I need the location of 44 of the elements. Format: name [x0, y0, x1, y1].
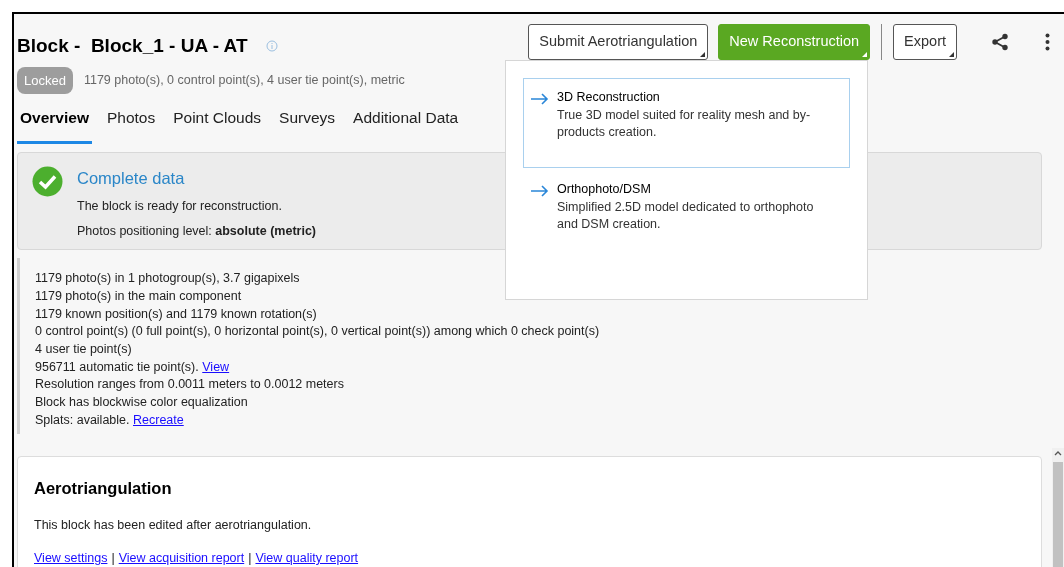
section-message: This block has been edited after aerotriangulation. — [34, 517, 313, 535]
report-link[interactable]: View acquisition report — [118, 549, 245, 567]
menu-item-title: Orthophoto/DSM — [557, 181, 652, 198]
locked-badge: Locked — [17, 66, 73, 94]
scrollbar[interactable] — [1052, 448, 1064, 567]
tab[interactable]: Point Clouds — [170, 103, 265, 145]
report-link[interactable]: View settings — [34, 549, 108, 567]
detail-line: 0 control point(s) (0 full point(s), 0 horizontal point(s), 0 vertical point(s)) among which 0 check point(s) — [35, 323, 601, 341]
block-summary: 1179 photo(s), 0 control point(s), 4 user tie point(s), metric — [83, 71, 405, 89]
link-separator: | — [248, 550, 252, 567]
detail-line: 4 user tie point(s) — [35, 341, 133, 359]
link-separator: | — [111, 550, 115, 567]
tab[interactable]: Additional Data — [350, 103, 462, 145]
tab[interactable]: Overview — [17, 103, 92, 145]
menu-item-description: Simplified 2.5D model dedicated to orthophoto and DSM creation. — [557, 198, 815, 234]
dropdown-button[interactable]: Export — [893, 24, 957, 60]
detail-line: 956711 automatic tie point(s). View — [35, 358, 231, 376]
link[interactable]: View — [202, 359, 230, 374]
detail-line: Splats: available. Recreate — [35, 411, 185, 429]
detail-line: 1179 photo(s) in 1 photogroup(s), 3.7 gigapixels — [35, 270, 301, 288]
status-title: Complete data — [77, 168, 186, 190]
link[interactable]: Recreate — [133, 412, 184, 427]
menu-item[interactable]: Orthophoto/DSM Simplified 2.5D model dedicated to orthophoto and DSM creation. — [523, 170, 850, 260]
share-icon[interactable] — [991, 33, 1009, 51]
detail-line: Resolution ranges from 0.0011 meters to 0.0012 meters — [35, 376, 345, 394]
more-icon[interactable] — [1045, 33, 1050, 51]
tab[interactable]: Photos — [103, 103, 159, 145]
detail-line: 1179 known position(s) and 1179 known rotation(s) — [35, 305, 318, 323]
check-icon — [32, 166, 63, 198]
arrow-icon — [530, 185, 549, 197]
arrow-icon — [530, 93, 549, 105]
block-title: Block - Block_1 - UA - AT — [17, 34, 248, 58]
dropdown-button[interactable]: Submit Aerotriangulation — [528, 24, 709, 60]
menu-item-description: True 3D model suited for reality mesh and by-products creation. — [557, 106, 812, 142]
report-link[interactable]: View quality report — [255, 549, 359, 567]
scroll-up-icon[interactable] — [1054, 450, 1062, 456]
positioning-level: Photos positioning level: absolute (metric) — [77, 222, 316, 240]
section-title: Aerotriangulation — [34, 477, 173, 499]
tab[interactable]: Surveys — [276, 103, 339, 145]
status-message: The block is ready for reconstruction. — [77, 198, 283, 215]
detail-line: Block has blockwise color equalization — [35, 394, 249, 412]
menu-item-title: 3D Reconstruction — [557, 89, 661, 106]
detail-line: 1179 photo(s) in the main component — [35, 287, 243, 305]
menu-item[interactable]: 3D Reconstruction True 3D model suited for reality mesh and by-products creation. — [523, 78, 850, 168]
